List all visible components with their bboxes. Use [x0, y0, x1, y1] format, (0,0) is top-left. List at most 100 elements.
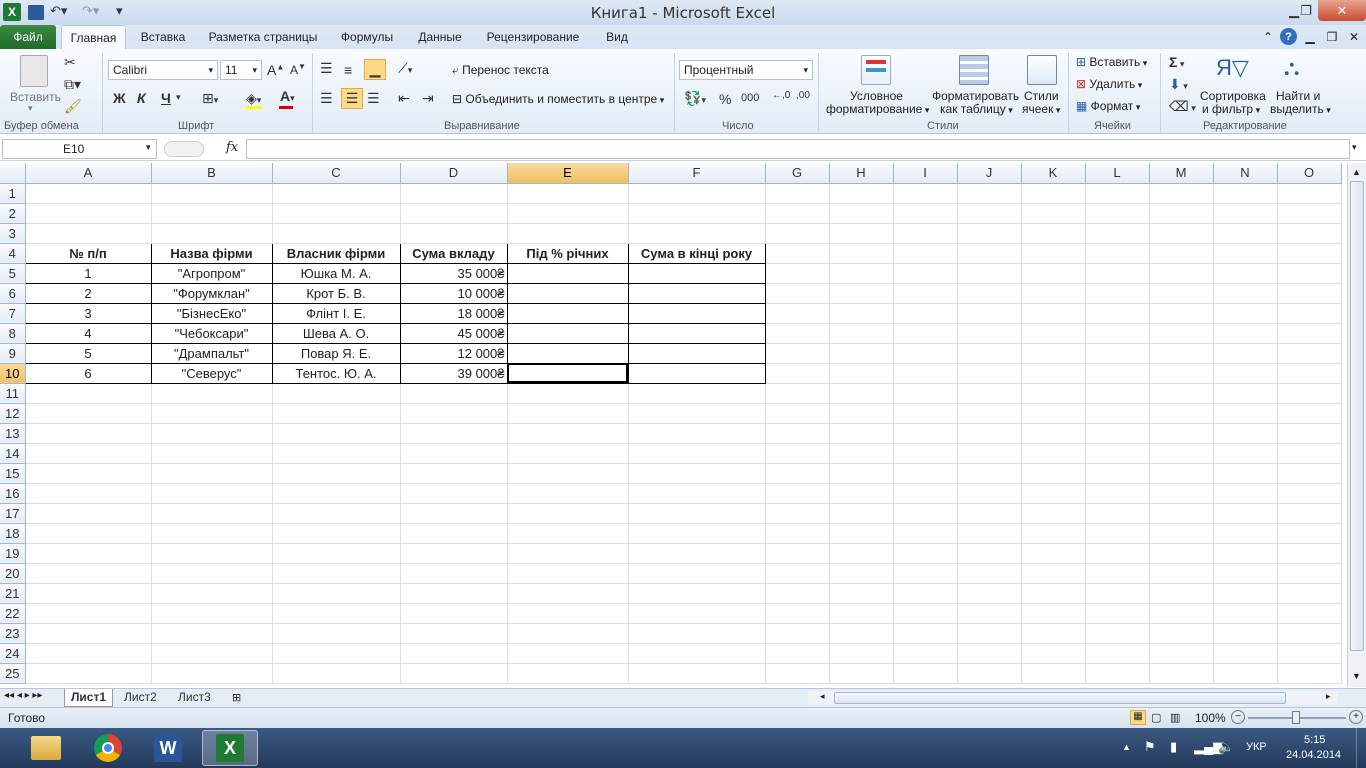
cell[interactable] — [507, 503, 629, 524]
cell[interactable] — [627, 302, 766, 324]
cell[interactable] — [957, 623, 1022, 644]
cell[interactable] — [151, 223, 273, 244]
hscroll-left-icon[interactable]: ◂ — [820, 691, 825, 702]
cell[interactable] — [151, 443, 273, 464]
cell[interactable] — [628, 583, 766, 604]
cell[interactable] — [151, 663, 273, 684]
wrap-text-button[interactable]: ⤶ Перенос текста — [452, 63, 549, 78]
cell[interactable] — [1085, 383, 1150, 404]
cell[interactable]: "БізнесЕко" — [150, 302, 273, 324]
cell[interactable] — [1149, 603, 1214, 624]
cell[interactable] — [627, 342, 766, 364]
cell[interactable] — [765, 283, 830, 304]
column-header-n[interactable]: N — [1213, 163, 1278, 184]
cell[interactable] — [1213, 603, 1278, 624]
tab-page-layout[interactable]: Разметка страницы — [204, 25, 322, 49]
cell[interactable] — [400, 443, 508, 464]
select-all-corner[interactable] — [0, 163, 26, 184]
cell[interactable]: Шева А. О. — [271, 322, 401, 344]
cell[interactable] — [272, 663, 401, 684]
cell[interactable] — [957, 243, 1022, 264]
cell[interactable] — [1085, 423, 1150, 444]
underline-button[interactable]: Ч — [161, 90, 171, 106]
cell[interactable] — [957, 403, 1022, 424]
cell[interactable] — [400, 183, 508, 204]
column-header-f[interactable]: F — [628, 163, 766, 184]
expand-formula-icon[interactable]: ▾ — [1352, 142, 1357, 153]
cell[interactable] — [1213, 283, 1278, 304]
cell[interactable] — [628, 223, 766, 244]
cell[interactable] — [151, 603, 273, 624]
cell[interactable] — [765, 323, 830, 344]
ribbon-minimize-icon[interactable]: ⌃ — [1260, 25, 1276, 49]
cell[interactable] — [765, 483, 830, 504]
row-header[interactable]: 18 — [0, 523, 26, 544]
cell[interactable] — [1277, 503, 1342, 524]
row-header[interactable]: 1 — [0, 183, 26, 204]
cell[interactable] — [400, 223, 508, 244]
cell[interactable] — [272, 643, 401, 664]
format-painter-icon[interactable]: 🖌 — [64, 98, 82, 115]
cell[interactable] — [151, 403, 273, 424]
row-header[interactable]: 14 — [0, 443, 26, 464]
cell[interactable] — [272, 543, 401, 564]
cell[interactable] — [765, 643, 830, 664]
cell[interactable] — [957, 323, 1022, 344]
cell[interactable] — [25, 203, 152, 224]
volume-icon[interactable]: 🔈 — [1218, 739, 1234, 755]
font-color-icon[interactable]: A▾ — [280, 88, 295, 104]
cell[interactable] — [25, 483, 152, 504]
cell[interactable] — [1277, 463, 1342, 484]
cell[interactable] — [1149, 523, 1214, 544]
cell[interactable] — [628, 563, 766, 584]
italic-button[interactable]: К — [137, 90, 146, 106]
cell[interactable] — [1021, 623, 1086, 644]
cell[interactable] — [628, 523, 766, 544]
show-hidden-icons-icon[interactable]: ▲ — [1122, 742, 1131, 752]
cell[interactable] — [25, 403, 152, 424]
cell[interactable] — [829, 403, 894, 424]
cell[interactable] — [1021, 543, 1086, 564]
cell[interactable] — [272, 523, 401, 544]
cell[interactable] — [957, 523, 1022, 544]
row-header[interactable]: 25 — [0, 663, 26, 684]
cell[interactable] — [1085, 583, 1150, 604]
row-header[interactable]: 17 — [0, 503, 26, 524]
align-center-icon[interactable]: ☰ — [341, 88, 363, 109]
cell[interactable] — [1085, 323, 1150, 344]
cell[interactable] — [272, 503, 401, 524]
cell[interactable] — [25, 523, 152, 544]
cell[interactable] — [400, 663, 508, 684]
cell[interactable] — [1277, 603, 1342, 624]
cell[interactable] — [829, 483, 894, 504]
cell[interactable] — [765, 623, 830, 644]
row-header[interactable]: 15 — [0, 463, 26, 484]
cell[interactable] — [1021, 663, 1086, 684]
cell[interactable]: "Форумклан" — [150, 282, 273, 304]
cell[interactable] — [1085, 183, 1150, 204]
cell[interactable] — [1021, 463, 1086, 484]
cell[interactable] — [1277, 483, 1342, 504]
cell[interactable] — [1277, 383, 1342, 404]
cell[interactable] — [1085, 403, 1150, 424]
cell[interactable] — [272, 183, 401, 204]
cell[interactable] — [957, 463, 1022, 484]
cell[interactable] — [1277, 543, 1342, 564]
zoom-out-icon[interactable]: − — [1231, 710, 1245, 724]
horizontal-scrollbar[interactable]: ◂ ▸ — [808, 691, 1338, 705]
doc-close-button[interactable]: ✕ — [1346, 25, 1362, 49]
tab-view[interactable]: Вид — [598, 25, 636, 49]
decrease-indent-icon[interactable]: ⇤ — [398, 90, 410, 107]
power-icon[interactable]: ▮ — [1170, 739, 1177, 755]
help-icon[interactable]: ? — [1280, 28, 1297, 45]
cell[interactable] — [1085, 343, 1150, 364]
tab-insert[interactable]: Вставка — [132, 25, 194, 49]
cell[interactable] — [957, 603, 1022, 624]
cell[interactable] — [25, 563, 152, 584]
explorer-taskbar-icon[interactable] — [18, 730, 74, 766]
zoom-slider-thumb[interactable] — [1292, 711, 1300, 724]
cell[interactable] — [1085, 603, 1150, 624]
cell[interactable] — [507, 383, 629, 404]
cell[interactable] — [957, 223, 1022, 244]
cell[interactable] — [957, 423, 1022, 444]
